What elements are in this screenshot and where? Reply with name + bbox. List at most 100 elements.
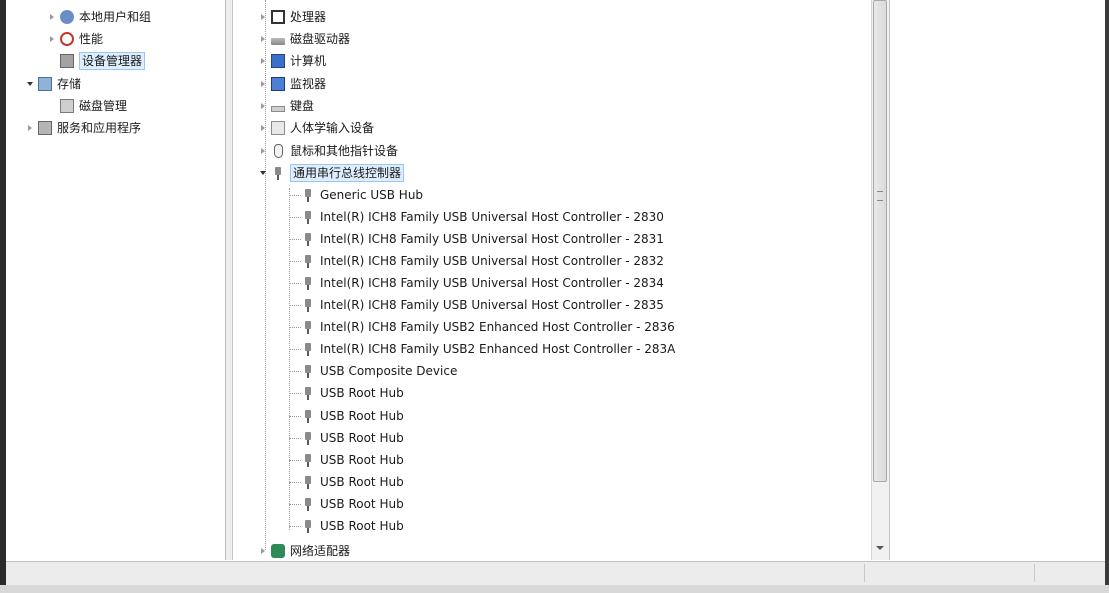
- keyboard-icon: [271, 106, 285, 112]
- expand-arrow-icon[interactable]: [259, 29, 268, 49]
- category-network-adapters[interactable]: 网络适配器: [259, 541, 350, 560]
- usb-device-label: USB Root Hub: [320, 497, 404, 511]
- usb-icon: [301, 320, 315, 334]
- expand-arrow-icon[interactable]: [259, 541, 268, 560]
- usb-device-row[interactable]: USB Root Hub: [301, 472, 404, 492]
- usb-device-row[interactable]: Intel(R) ICH8 Family USB Universal Host …: [301, 229, 664, 249]
- scroll-down-arrow-icon[interactable]: [876, 546, 884, 550]
- vertical-scrollbar[interactable]: [871, 0, 889, 560]
- category-hid[interactable]: 人体学输入设备: [259, 118, 374, 138]
- tree-connector: [289, 371, 301, 372]
- tree-connector: [289, 327, 301, 328]
- nav-item-local-users[interactable]: 本地用户和组: [48, 7, 151, 27]
- nav-item-services-apps[interactable]: 服务和应用程序: [26, 118, 141, 138]
- category-label: 磁盘驱动器: [290, 32, 351, 46]
- category-mice[interactable]: 鼠标和其他指针设备: [259, 141, 398, 161]
- category-label: 计算机: [290, 54, 327, 68]
- collapse-arrow-icon[interactable]: [259, 163, 268, 183]
- tree-connector: [289, 305, 301, 306]
- tree-connector: [289, 460, 301, 461]
- usb-device-label: Intel(R) ICH8 Family USB Universal Host …: [320, 298, 664, 312]
- usb-device-row[interactable]: USB Root Hub: [301, 383, 404, 403]
- nav-item-disk-management[interactable]: 磁盘管理: [48, 96, 127, 116]
- usb-device-label: Intel(R) ICH8 Family USB Universal Host …: [320, 254, 664, 268]
- collapse-arrow-icon[interactable]: [26, 74, 35, 94]
- category-keyboards[interactable]: 键盘: [259, 96, 314, 116]
- category-monitors[interactable]: 监视器: [259, 74, 326, 94]
- category-label: 键盘: [290, 99, 315, 113]
- usb-device-label: Intel(R) ICH8 Family USB Universal Host …: [320, 276, 664, 290]
- disk-drive-icon: [271, 38, 285, 45]
- usb-icon: [301, 386, 315, 400]
- usb-device-row[interactable]: Intel(R) ICH8 Family USB Universal Host …: [301, 251, 664, 271]
- category-disk-drives[interactable]: 磁盘驱动器: [259, 29, 350, 49]
- expand-arrow-icon[interactable]: [259, 7, 268, 27]
- performance-icon: [60, 32, 74, 46]
- usb-device-row[interactable]: Intel(R) ICH8 Family USB Universal Host …: [301, 295, 664, 315]
- scrollbar-thumb[interactable]: [873, 0, 887, 482]
- storage-icon: [38, 77, 52, 91]
- category-label: 通用串行总线控制器: [290, 164, 405, 182]
- console-tree-pane[interactable]: 本地用户和组 性能 设备管理器 存储 磁盘管理 服务和应用程序: [6, 0, 226, 560]
- category-computer[interactable]: 计算机: [259, 51, 326, 71]
- usb-icon: [301, 431, 315, 445]
- category-processor[interactable]: 处理器: [259, 7, 326, 27]
- nav-item-label: 服务和应用程序: [57, 121, 142, 135]
- expand-arrow-icon[interactable]: [259, 96, 268, 116]
- tree-connector: [289, 504, 301, 505]
- expand-arrow-icon[interactable]: [259, 141, 268, 161]
- usb-device-row[interactable]: USB Root Hub: [301, 516, 404, 536]
- usb-device-row[interactable]: Intel(R) ICH8 Family USB2 Enhanced Host …: [301, 339, 675, 359]
- expand-arrow-icon[interactable]: [48, 29, 57, 49]
- tree-connector: [289, 482, 301, 483]
- usb-device-row[interactable]: USB Composite Device: [301, 361, 457, 381]
- nav-item-performance[interactable]: 性能: [48, 29, 103, 49]
- category-label: 鼠标和其他指针设备: [290, 144, 399, 158]
- usb-device-row[interactable]: USB Root Hub: [301, 428, 404, 448]
- status-bar: [6, 561, 1105, 586]
- category-label: 网络适配器: [290, 544, 351, 558]
- usb-device-row[interactable]: USB Root Hub: [301, 450, 404, 470]
- users-icon: [60, 10, 74, 24]
- scrollbar-grip-icon: [877, 191, 883, 201]
- usb-device-label: Intel(R) ICH8 Family USB2 Enhanced Host …: [320, 342, 676, 356]
- expand-arrow-icon[interactable]: [259, 51, 268, 71]
- tree-connector: [289, 526, 301, 527]
- usb-device-row[interactable]: USB Root Hub: [301, 494, 404, 514]
- usb-device-row[interactable]: USB Root Hub: [301, 406, 404, 426]
- nav-item-label: 本地用户和组: [79, 10, 152, 24]
- nav-item-device-manager[interactable]: 设备管理器: [48, 51, 146, 71]
- usb-device-row[interactable]: Intel(R) ICH8 Family USB Universal Host …: [301, 207, 664, 227]
- status-bar-divider: [864, 564, 865, 582]
- services-icon: [38, 121, 52, 135]
- action-pane: [889, 0, 1102, 560]
- usb-device-label: USB Root Hub: [320, 386, 404, 400]
- usb-device-row[interactable]: Intel(R) ICH8 Family USB Universal Host …: [301, 273, 664, 293]
- usb-icon: [301, 475, 315, 489]
- expand-arrow-icon[interactable]: [259, 118, 268, 138]
- expand-arrow-icon[interactable]: [259, 74, 268, 94]
- usb-device-row[interactable]: Generic USB Hub: [301, 185, 423, 205]
- usb-device-label: USB Root Hub: [320, 453, 404, 467]
- usb-icon: [301, 276, 315, 290]
- usb-device-label: Generic USB Hub: [320, 188, 424, 202]
- network-adapter-icon: [271, 544, 285, 558]
- category-label: 人体学输入设备: [290, 121, 375, 135]
- nav-item-storage[interactable]: 存储: [26, 74, 81, 94]
- usb-icon: [301, 188, 315, 202]
- pane-splitter[interactable]: [226, 0, 233, 560]
- usb-device-row[interactable]: Intel(R) ICH8 Family USB2 Enhanced Host …: [301, 317, 675, 337]
- usb-icon: [301, 210, 315, 224]
- expand-arrow-icon[interactable]: [48, 7, 57, 27]
- tree-connector: [289, 393, 301, 394]
- device-tree-pane[interactable]: 处理器 磁盘驱动器 计算机 监视器 键盘 人体学输入设备 鼠标和其他指针设备 通…: [233, 0, 871, 560]
- computer-icon: [271, 54, 285, 68]
- category-usb-controllers[interactable]: 通用串行总线控制器: [259, 163, 405, 183]
- disk-management-icon: [60, 99, 74, 113]
- expand-arrow-icon[interactable]: [26, 118, 35, 138]
- window-frame-bottom: [0, 585, 1109, 593]
- tree-connector: [289, 283, 301, 284]
- usb-icon: [301, 342, 315, 356]
- tree-connector: [289, 438, 301, 439]
- hid-icon: [271, 121, 285, 135]
